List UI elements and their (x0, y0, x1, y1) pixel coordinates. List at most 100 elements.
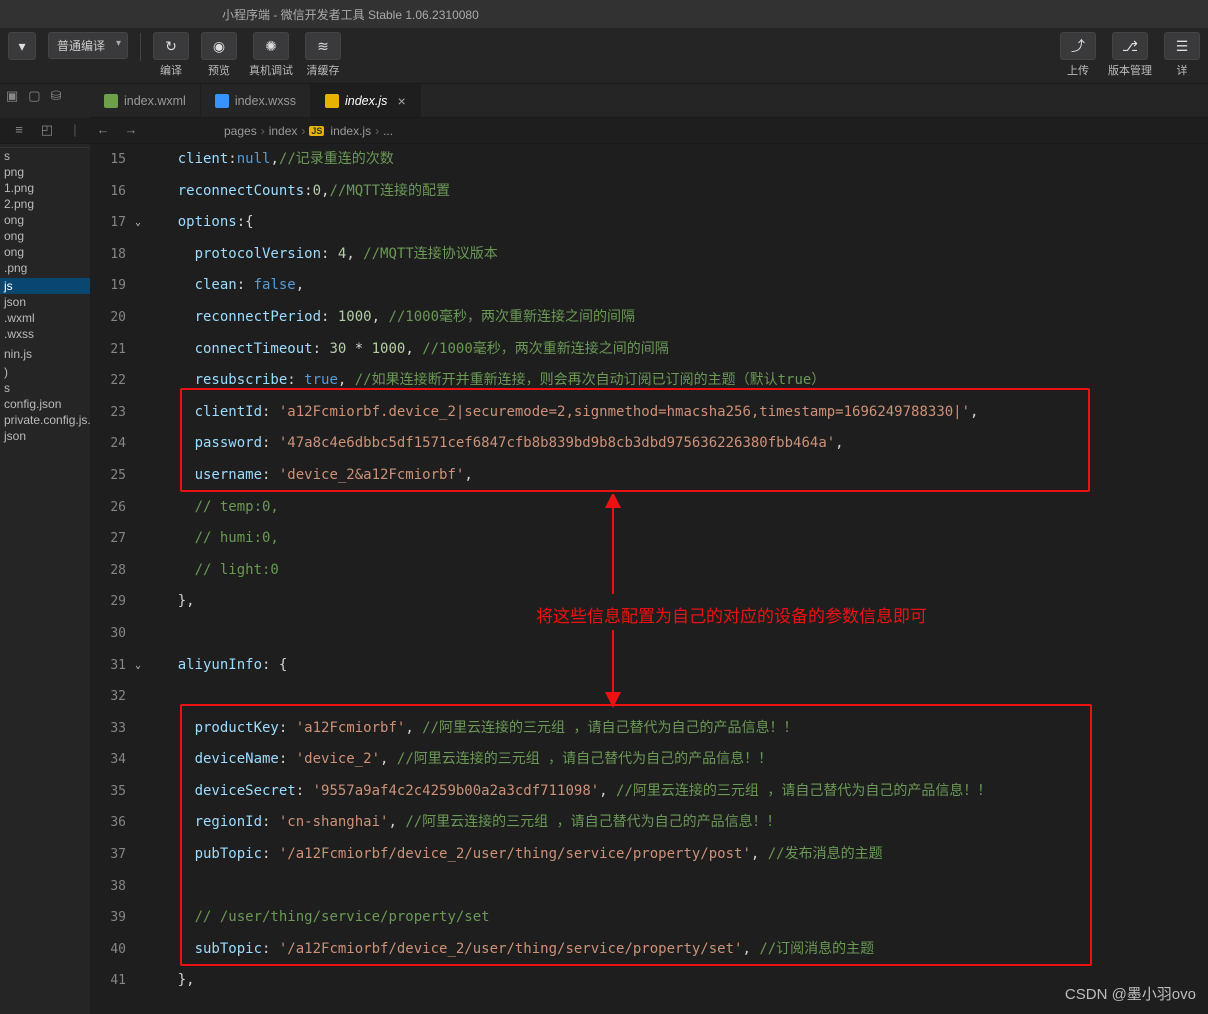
code-line[interactable] (144, 681, 1208, 713)
realdebug-button[interactable]: ✺ (253, 32, 289, 60)
code-line[interactable]: connectTimeout: 30 * 1000, //1000毫秒，两次重新… (144, 334, 1208, 366)
watermark: CSDN @墨小羽ovo (1065, 983, 1196, 1004)
file-item[interactable]: json (0, 428, 90, 444)
file-item[interactable]: private.config.js... (0, 412, 90, 428)
line-number: 32 (90, 681, 126, 713)
line-number: 33 (90, 713, 126, 745)
window-titlebar: 小程序端 - 微信开发者工具 Stable 1.06.2310080 (0, 0, 1208, 28)
preview-button[interactable]: ◉ (201, 32, 237, 60)
code-line[interactable]: // temp:0, (144, 492, 1208, 524)
code-line[interactable]: resubscribe: true, //如果连接断开并重新连接，则会再次自动订… (144, 365, 1208, 397)
line-number: 26 (90, 492, 126, 524)
line-number: 17 (90, 207, 126, 239)
code-line[interactable]: reconnectPeriod: 1000, //1000毫秒，两次重新连接之间… (144, 302, 1208, 334)
file-item[interactable]: .png (0, 260, 90, 276)
line-number: 23 (90, 397, 126, 429)
file-item[interactable]: ong (0, 228, 90, 244)
code-line[interactable]: pubTopic: '/a12Fcmiorbf/device_2/user/th… (144, 839, 1208, 871)
breadcrumb-segment[interactable]: ... (383, 124, 393, 138)
breadcrumb-segment[interactable]: index.js (330, 124, 371, 138)
file-item[interactable]: config.json (0, 396, 90, 412)
line-number: 18 (90, 239, 126, 271)
code-line[interactable]: protocolVersion: 4, //MQTT连接协议版本 (144, 239, 1208, 271)
version-label: 版本管理 (1108, 62, 1152, 78)
device-dropdown[interactable]: ▾ (8, 32, 36, 60)
breadcrumb: ≡ ◰ | ← → pages›index›JSindex.js›... (0, 118, 1208, 144)
code-line[interactable]: password: '47a8c4e6dbbc5df1571cef6847cfb… (144, 428, 1208, 460)
file-item[interactable]: 1.png (0, 180, 90, 196)
clearcache-button[interactable]: ≋ (305, 32, 341, 60)
file-item[interactable]: ong (0, 212, 90, 228)
js-file-icon: JS (309, 126, 324, 136)
code-line[interactable]: reconnectCounts:0,//MQTT连接的配置 (144, 176, 1208, 208)
annotation-text: 将这些信息配置为自己的对应的设备的参数信息即可 (536, 602, 927, 627)
upload-button[interactable]: ⤴ (1060, 32, 1096, 60)
code-editor[interactable]: 151617⌄1819202122232425262728293031⌄3233… (90, 144, 1208, 1014)
file-item[interactable]: js (0, 278, 90, 294)
breadcrumb-segment[interactable]: index (269, 124, 298, 138)
panel-icon[interactable]: ▢ (28, 88, 40, 98)
file-item[interactable]: ong (0, 244, 90, 260)
code-line[interactable]: }, (144, 965, 1208, 997)
line-number: 34 (90, 744, 126, 776)
version-button[interactable]: ⎇ (1112, 32, 1148, 60)
upload-label: 上传 (1067, 62, 1089, 78)
explorer-icon-row: ▣ ▢ ⛁ (0, 84, 90, 102)
code-line[interactable]: username: 'device_2&a12Fcmiorbf', (144, 460, 1208, 492)
editor-tab[interactable]: index.wxss (201, 84, 311, 117)
fold-icon[interactable]: ⌄ (129, 660, 141, 672)
line-gutter: 151617⌄1819202122232425262728293031⌄3233… (90, 144, 144, 1014)
file-item[interactable]: ) (0, 364, 90, 380)
window-title: 小程序端 - 微信开发者工具 Stable 1.06.2310080 (222, 6, 479, 23)
file-type-icon (325, 94, 339, 108)
code-line[interactable]: clean: false, (144, 270, 1208, 302)
code-line[interactable]: // /user/thing/service/property/set (144, 902, 1208, 934)
file-item[interactable]: nin.js (0, 346, 90, 362)
code-line[interactable]: options:{ (144, 207, 1208, 239)
detail-button[interactable]: ☰ (1164, 32, 1200, 60)
file-item[interactable]: .wxml (0, 310, 90, 326)
code-line[interactable]: productKey: 'a12Fcmiorbf', //阿里云连接的三元组 ，… (144, 713, 1208, 745)
line-number: 21 (90, 334, 126, 366)
code-line[interactable] (144, 871, 1208, 903)
bookmark-icon[interactable]: ◰ (38, 122, 56, 138)
compile-label: 编译 (160, 62, 182, 78)
file-item[interactable]: json (0, 294, 90, 310)
code-area[interactable]: client:null,//记录重连的次数 reconnectCounts:0,… (144, 144, 1208, 1014)
file-item[interactable]: .wxss (0, 326, 90, 342)
code-line[interactable]: deviceSecret: '9557a9af4c2c4259b00a2a3cd… (144, 776, 1208, 808)
line-number: 20 (90, 302, 126, 334)
line-number: 41 (90, 965, 126, 997)
file-item[interactable]: 2.png (0, 196, 90, 212)
editor-tab[interactable]: index.wxml (90, 84, 201, 117)
line-number: 19 (90, 270, 126, 302)
line-number: 38 (90, 871, 126, 903)
code-line[interactable]: // light:0 (144, 555, 1208, 587)
fold-icon[interactable]: ⌄ (129, 217, 141, 229)
code-line[interactable]: subTopic: '/a12Fcmiorbf/device_2/user/th… (144, 934, 1208, 966)
outline-icon[interactable]: ≡ (10, 122, 28, 138)
breadcrumb-segment[interactable]: pages (224, 124, 257, 138)
code-line[interactable]: deviceName: 'device_2', //阿里云连接的三元组 ，请自己… (144, 744, 1208, 776)
close-icon[interactable]: × (397, 93, 405, 109)
nav-back-icon[interactable]: ← (94, 122, 112, 138)
layout-icon[interactable]: ▣ (6, 88, 18, 98)
code-line[interactable]: regionId: 'cn-shanghai', //阿里云连接的三元组 ，请自… (144, 807, 1208, 839)
nav-fwd-icon[interactable]: → (122, 122, 140, 138)
file-item[interactable]: png (0, 164, 90, 180)
code-line[interactable]: clientId: 'a12Fcmiorbf.device_2|securemo… (144, 397, 1208, 429)
file-item[interactable]: s (0, 380, 90, 396)
code-line[interactable]: // humi:0, (144, 523, 1208, 555)
compile-button[interactable]: ↻ (153, 32, 189, 60)
line-number: 15 (90, 144, 126, 176)
cloud-icon[interactable]: ⛁ (51, 88, 62, 98)
editor-tab[interactable]: index.js× (311, 84, 421, 117)
toolbar: ▾ 普通编译 ↻编译 ◉预览 ✺真机调试 ≋清缓存 ⤴上传 ⎇版本管理 ☰详 (0, 28, 1208, 84)
compile-mode-select[interactable]: 普通编译 (48, 32, 128, 59)
line-number: 37 (90, 839, 126, 871)
code-line[interactable]: client:null,//记录重连的次数 (144, 144, 1208, 176)
line-number: 24 (90, 428, 126, 460)
code-line[interactable]: aliyunInfo: { (144, 650, 1208, 682)
line-number: 16 (90, 176, 126, 208)
file-item[interactable]: s (0, 148, 90, 164)
